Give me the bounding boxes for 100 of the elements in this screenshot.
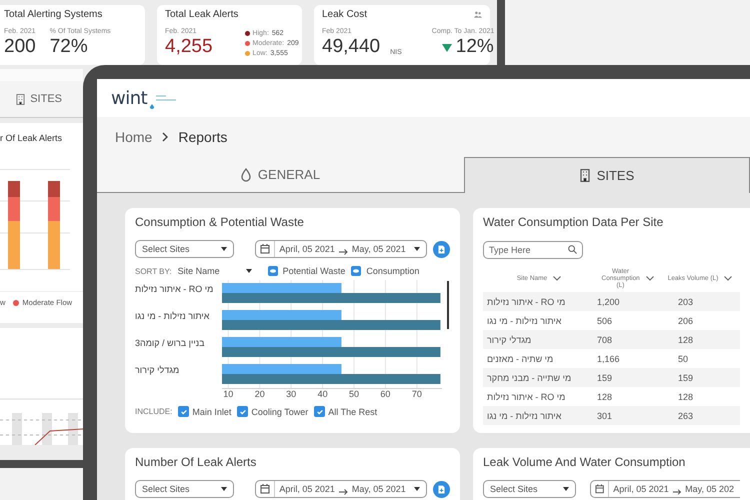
building-icon <box>580 169 590 182</box>
table-cell-text: מגדלי קירור <box>486 334 532 344</box>
table-cell-text: 128 <box>677 392 694 402</box>
axis-tick-label: 20 <box>254 389 265 398</box>
sort-dropdown[interactable]: Site Name <box>176 266 254 276</box>
table-cell-text: 50 <box>677 354 690 364</box>
card-title: Leak Volume And Water Consumption <box>483 455 686 469</box>
checkbox[interactable] <box>237 406 248 417</box>
category-label: מגדלי קירור <box>135 365 180 377</box>
axis-tick-label: 10 <box>223 389 234 398</box>
checkbox-label: Main Inlet <box>192 406 232 416</box>
legend-label: Consumption <box>366 266 420 276</box>
caret-icon <box>414 487 420 491</box>
select-dropdown[interactable]: Select Sites <box>135 480 234 498</box>
document-icon <box>438 484 446 494</box>
down-triangle-icon <box>442 44 452 52</box>
caret-icon <box>563 487 569 491</box>
card-title: Leak Cost <box>322 9 368 20</box>
card-title: Total Alerting Systems <box>4 9 102 20</box>
checkbox[interactable] <box>314 406 326 417</box>
search-icon <box>568 245 577 254</box>
search-field[interactable]: Type Here <box>483 241 583 259</box>
chevron-right-icon <box>162 132 168 142</box>
category-label: איתור נזילות - RO מי <box>135 284 214 296</box>
calendar-icon <box>595 484 604 494</box>
tab[interactable]: SITES <box>464 157 750 193</box>
date-range-picker[interactable]: April, 05 2021 May, 05 2021 <box>255 240 428 258</box>
axis-tick-label: 40 <box>318 389 328 398</box>
tagline-drawing <box>156 95 176 101</box>
table-cell-text: 159 <box>677 372 694 382</box>
table-cell-text: איתור נזילות - RO מי <box>486 296 566 306</box>
export-button[interactable] <box>433 240 450 258</box>
table-cell-text: 159 <box>596 372 614 382</box>
table-cell-text: 301 <box>596 410 614 420</box>
caret-icon <box>414 247 420 251</box>
arrow-right-icon <box>338 249 348 255</box>
stat-value: 49,440 <box>322 35 380 59</box>
table-cell-text: 506 <box>596 316 614 326</box>
drop-icon <box>150 104 154 109</box>
table-cell-text: מי שתיה - מאזנים <box>486 354 554 364</box>
card-title: Total Leak Alerts <box>165 9 238 20</box>
building-icon <box>16 94 26 104</box>
toggle-icon[interactable] <box>268 266 278 276</box>
people-icon[interactable] <box>474 11 482 18</box>
axis-tick-label: 50 <box>349 389 359 398</box>
calendar-icon <box>260 244 270 254</box>
category-label: בניין ברוש / קומה3 <box>135 338 206 350</box>
table-cell-text: מי שתייה - מבני מחקר <box>486 372 572 382</box>
arrow-right-icon <box>672 489 682 495</box>
breadcrumb-current: Reports <box>178 129 228 145</box>
include-label: INCLUDE: <box>135 407 172 416</box>
card-title: Water Consumption Data Per Site <box>483 215 664 229</box>
table-cell-text: 1,200 <box>596 296 621 306</box>
chevron-down-icon[interactable] <box>724 276 732 280</box>
check-icon <box>238 408 247 416</box>
caret-icon <box>221 487 228 491</box>
axis-tick-label: 70 <box>412 389 422 398</box>
table-cell-text: 708 <box>596 334 614 344</box>
card-title: Number Of Leak Alerts <box>135 455 258 469</box>
checkbox-label: All The Rest <box>328 406 378 416</box>
tab[interactable]: GENERAL <box>97 157 464 193</box>
table-cell-text: 206 <box>677 316 694 326</box>
legend-label: Potential Waste <box>282 266 346 276</box>
caret-icon <box>246 269 252 273</box>
table-cell-text: איתור נזילות - RO מי <box>486 392 566 402</box>
caret-icon <box>221 247 228 251</box>
table-cell-text: 203 <box>677 296 694 306</box>
logo: wint <box>111 88 148 108</box>
card-title: Consumption & Potential Waste <box>135 215 305 229</box>
stat-value: 4,255 <box>165 35 213 59</box>
stat-value: 200 <box>4 35 36 59</box>
axis-tick-label: 60 <box>380 389 390 398</box>
breadcrumb-link[interactable]: Home <box>115 129 152 145</box>
share-value: 72% <box>50 35 89 59</box>
sites-tab[interactable]: SITES <box>0 81 83 118</box>
drop-icon <box>240 168 251 182</box>
check-icon <box>316 408 324 416</box>
card-title: r Of Leak Alerts <box>0 133 64 143</box>
export-button[interactable] <box>433 480 450 498</box>
axis-tick-label: 30 <box>286 389 296 398</box>
table-cell-text: איתור נזילות - מי נגו <box>486 316 562 326</box>
sort-label: SORT BY: <box>135 266 172 276</box>
category-label: איתור נזילות - מי נגו <box>135 311 210 323</box>
checkbox-label: Cooling Tower <box>251 406 308 416</box>
date-range-picker[interactable]: April, 05 2021 May, 05 202 <box>590 480 740 498</box>
date-range-picker[interactable]: April, 05 2021 May, 05 2021 <box>255 480 428 498</box>
select-dropdown[interactable]: Select Sites <box>483 480 576 498</box>
select-dropdown[interactable]: Select Sites <box>135 240 234 258</box>
check-icon <box>180 408 188 416</box>
table-cell-text: 128 <box>596 392 614 402</box>
table-cell-text: איתור נזילות - מי נגו <box>486 410 562 420</box>
chevron-down-icon[interactable] <box>553 276 562 280</box>
checkbox[interactable] <box>178 406 190 417</box>
change-value: 12% <box>456 35 494 59</box>
toggle-icon[interactable] <box>351 266 362 276</box>
table-cell-text: 128 <box>677 334 694 344</box>
scrollbar[interactable] <box>447 281 449 329</box>
calendar-icon <box>260 484 270 494</box>
table-cell-text: 1,166 <box>596 354 621 364</box>
chevron-down-icon[interactable] <box>646 276 654 280</box>
